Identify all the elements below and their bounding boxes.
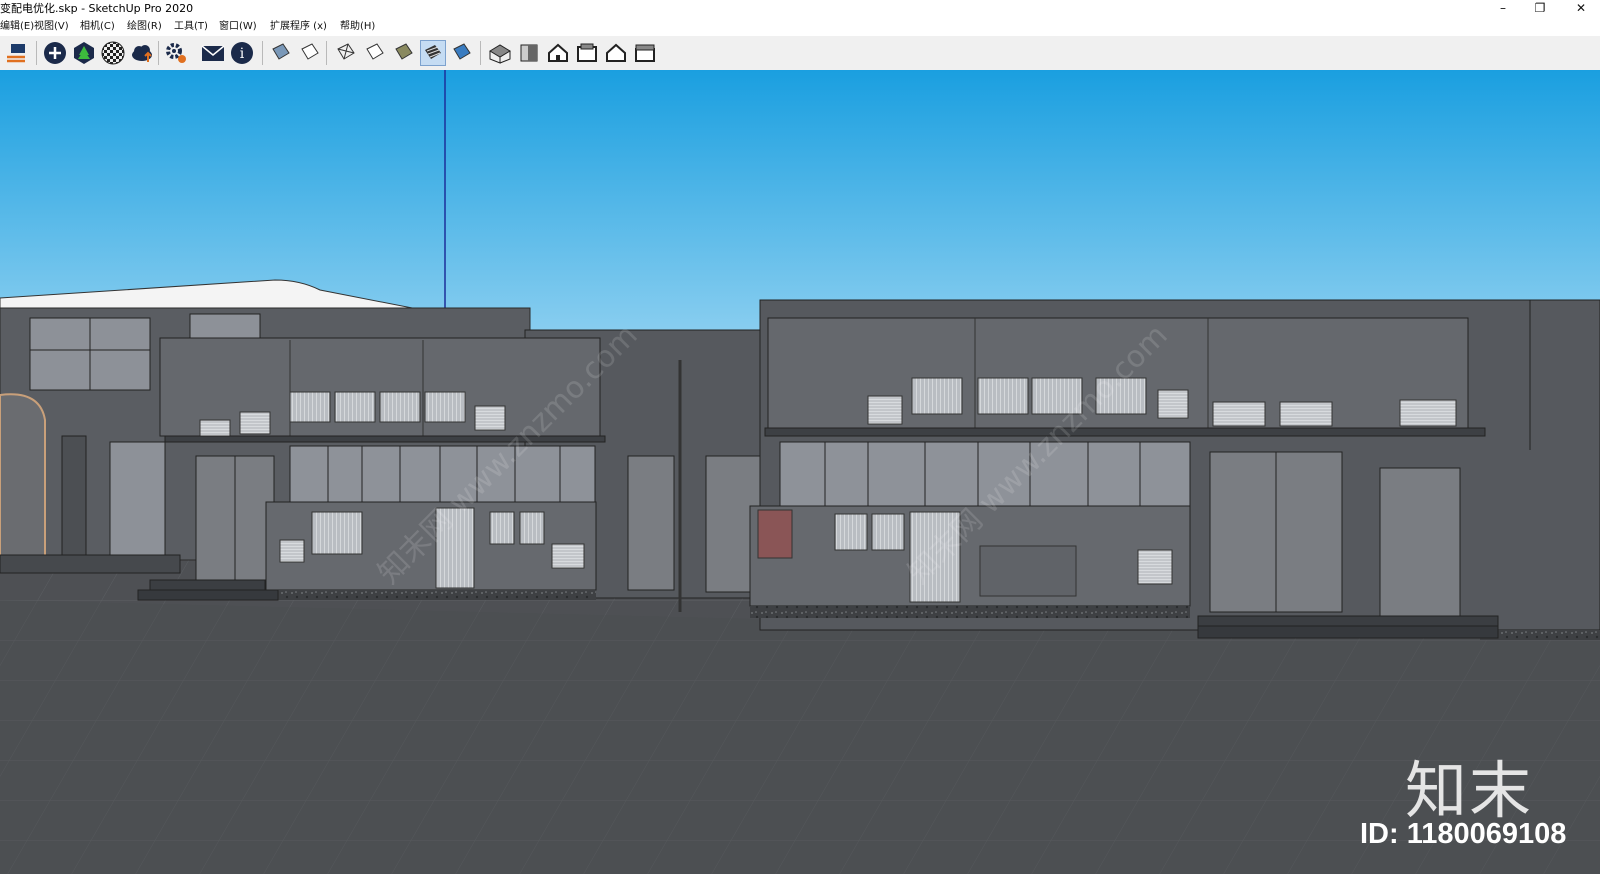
scene-render	[0, 70, 1600, 874]
monochrome-icon[interactable]	[449, 40, 475, 66]
top-view-icon[interactable]	[516, 40, 542, 66]
window-title: 变配电优化.skp - SketchUp Pro 2020	[0, 2, 194, 15]
title-bar: 变配电优化.skp - SketchUp Pro 2020 – ❐ ✕	[0, 0, 1600, 18]
maximize-button[interactable]: ❐	[1525, 0, 1555, 18]
menu-view[interactable]: 视图(V)	[34, 18, 69, 36]
back-view-icon[interactable]	[603, 40, 629, 66]
watermark-logo: 知末	[1405, 754, 1534, 827]
toolbar: i	[0, 36, 1600, 71]
cloud-upload-icon[interactable]	[129, 40, 155, 66]
menu-camera[interactable]: 相机(C)	[80, 18, 115, 36]
menu-tools[interactable]: 工具(T)	[174, 18, 208, 36]
menu-edit[interactable]: 编辑(E)	[0, 18, 34, 36]
send-mail-icon[interactable]	[200, 40, 226, 66]
extension-gear-icon[interactable]	[163, 40, 189, 66]
tree-component-icon[interactable]	[71, 40, 97, 66]
menu-window[interactable]: 窗口(W)	[219, 18, 257, 36]
menu-draw[interactable]: 绘图(R)	[127, 18, 162, 36]
right-view-icon[interactable]	[574, 40, 600, 66]
watermark-id: ID: 1180069108	[1360, 818, 1567, 850]
shaded-textures-icon[interactable]	[420, 40, 446, 66]
menu-help[interactable]: 帮助(H)	[340, 18, 375, 36]
menu-bar: 编辑(E) 视图(V) 相机(C) 绘图(R) 工具(T) 窗口(W) 扩展程序…	[0, 18, 1600, 36]
menu-extensions[interactable]: 扩展程序 (x)	[270, 18, 327, 36]
iso-view-icon[interactable]	[487, 40, 513, 66]
front-view-icon[interactable]	[545, 40, 571, 66]
add-location-icon[interactable]	[42, 40, 68, 66]
left-view-icon[interactable]	[632, 40, 658, 66]
xray-icon[interactable]	[333, 40, 359, 66]
shaded-icon[interactable]	[391, 40, 417, 66]
model-viewport[interactable]: 知末网 www.znzmo.com 知末网 www.znzmo.com	[0, 70, 1600, 874]
checker-material-icon[interactable]	[100, 40, 126, 66]
hidden-line-icon[interactable]	[362, 40, 388, 66]
close-button[interactable]: ✕	[1566, 0, 1596, 18]
svg-text:i: i	[240, 46, 245, 62]
shaded-style-icon[interactable]	[268, 40, 294, 66]
outline-style-icon[interactable]	[297, 40, 323, 66]
info-icon[interactable]: i	[229, 40, 255, 66]
model-info-icon[interactable]	[4, 40, 30, 66]
minimize-button[interactable]: –	[1488, 0, 1518, 18]
